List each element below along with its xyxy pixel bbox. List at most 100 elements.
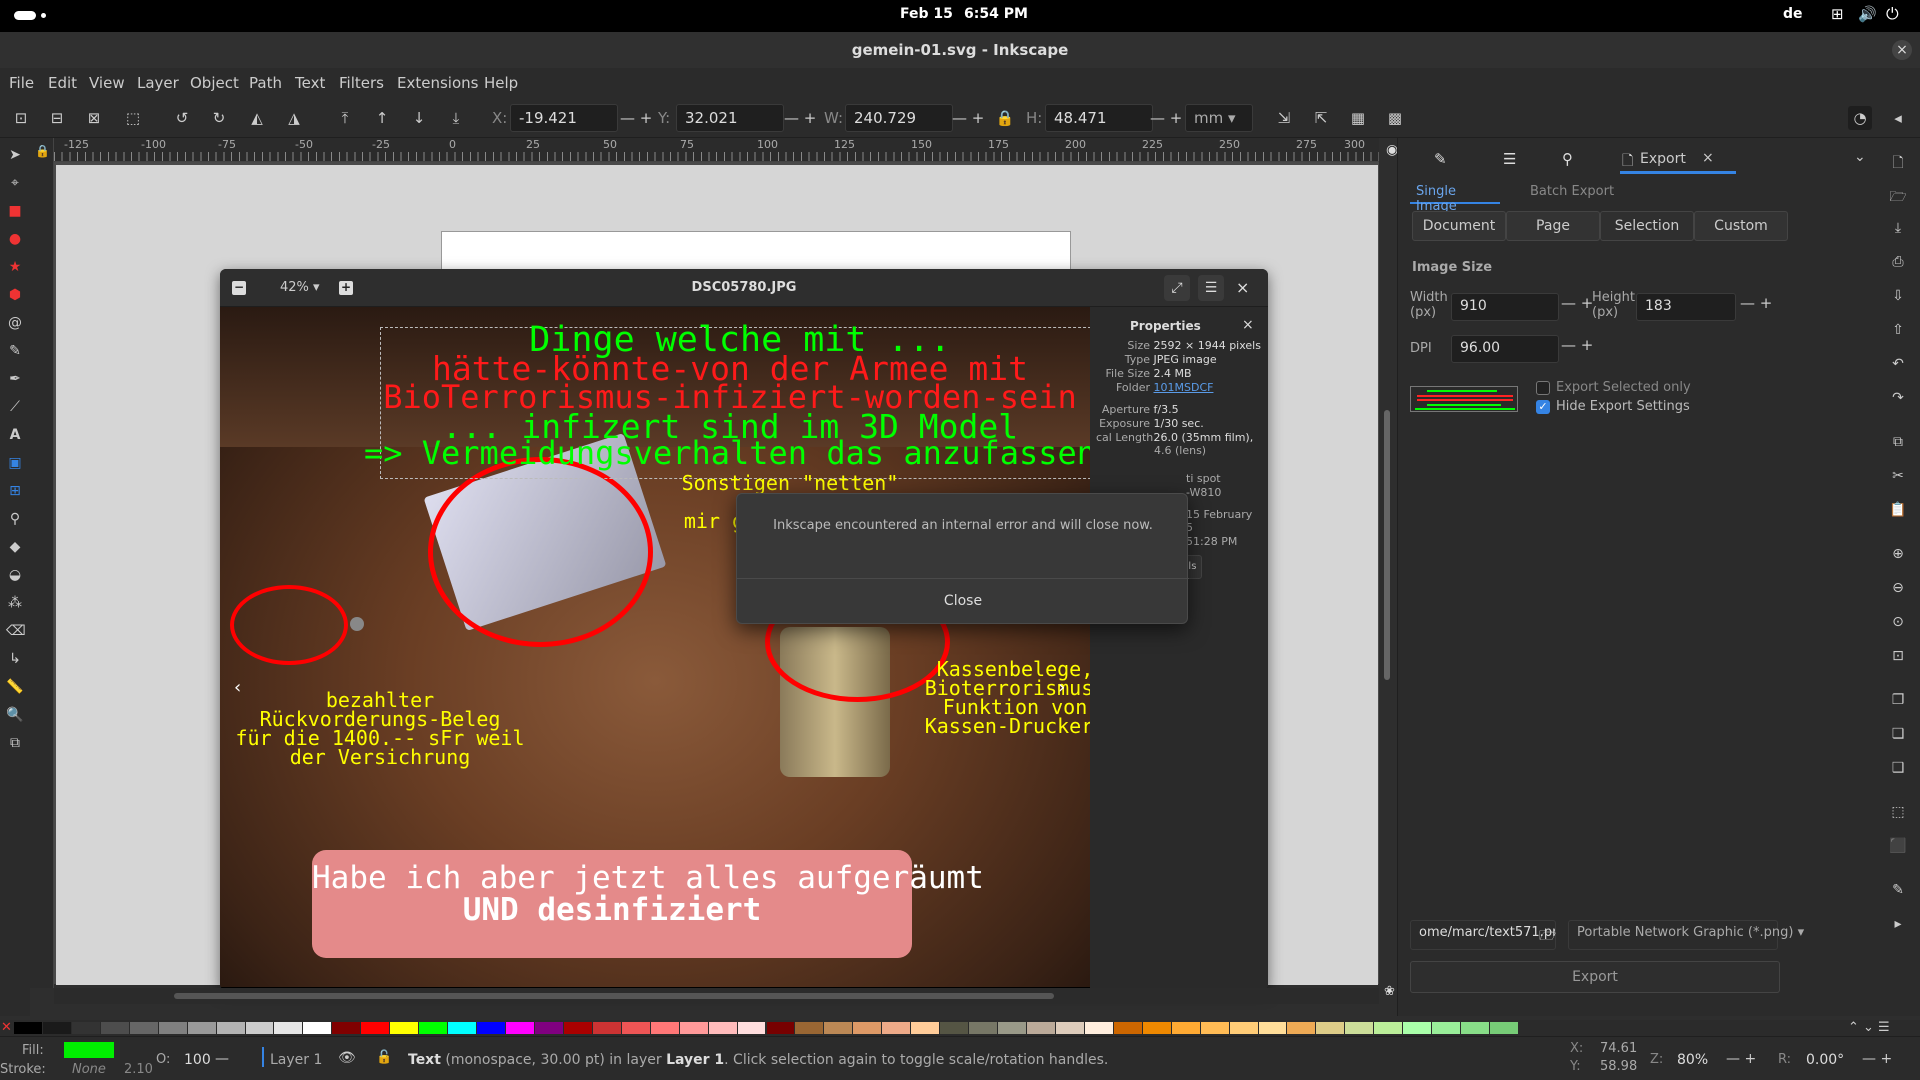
open-document-icon[interactable]: 🗁 xyxy=(1889,186,1907,205)
previous-image-icon[interactable]: ‹ xyxy=(234,677,241,698)
touch-select-icon[interactable]: ⬚ xyxy=(121,106,145,130)
paint-bucket-tool-icon[interactable]: ◆ xyxy=(6,538,24,556)
group-icon[interactable]: ⬚ xyxy=(1889,804,1907,822)
palette-swatch[interactable] xyxy=(1345,1022,1374,1034)
zoom-width-icon[interactable]: ⊡ xyxy=(1889,648,1907,666)
height-field[interactable]: 183 xyxy=(1636,293,1736,321)
lock-proportions-icon[interactable]: 🔒 xyxy=(993,106,1017,130)
palette-menu-icon[interactable]: ⌃ ⌄ ☰ xyxy=(1848,1020,1890,1035)
palette-swatch[interactable] xyxy=(708,1022,737,1034)
palette-swatch[interactable] xyxy=(1287,1022,1316,1034)
palette-swatch[interactable] xyxy=(100,1022,129,1034)
rotate-cw-icon[interactable]: ↻ xyxy=(207,106,231,130)
palette-swatch[interactable] xyxy=(1229,1022,1258,1034)
menu-file[interactable]: File xyxy=(9,74,34,92)
connector-tool-icon[interactable]: ↳ xyxy=(6,650,24,668)
palette-swatch[interactable] xyxy=(621,1022,650,1034)
dpi-stepper[interactable]: — + xyxy=(1561,336,1593,354)
duplicate-icon[interactable]: ❐ xyxy=(1889,692,1907,710)
area-selection-button[interactable]: Selection xyxy=(1600,211,1694,241)
transform-gradients-icon[interactable]: ▦ xyxy=(1346,106,1370,130)
transform-patterns-icon[interactable]: ▩ xyxy=(1383,106,1407,130)
menu-path[interactable]: Path xyxy=(249,74,282,92)
select-all-layers-icon[interactable]: ⊟ xyxy=(45,106,69,130)
stroke-width[interactable]: 2.10 xyxy=(124,1062,153,1077)
palette-swatch[interactable] xyxy=(1113,1022,1142,1034)
y-stepper[interactable]: — + xyxy=(784,109,816,127)
export-button[interactable]: Export xyxy=(1410,961,1780,993)
palette-swatch[interactable] xyxy=(187,1022,216,1034)
choose-file-icon[interactable]: 🗁 xyxy=(1539,925,1556,949)
xml-editor-icon[interactable]: ✎ xyxy=(1889,882,1907,900)
menu-text[interactable]: Text xyxy=(295,74,325,92)
palette-swatch[interactable] xyxy=(1142,1022,1171,1034)
zoom-drawing-icon[interactable]: ⊖ xyxy=(1889,580,1907,598)
clock-date[interactable]: Feb 15 xyxy=(900,6,953,22)
palette-swatch[interactable] xyxy=(1403,1022,1432,1034)
pages-tool-icon[interactable]: ⧉ xyxy=(6,734,24,752)
palette-swatch[interactable] xyxy=(245,1022,274,1034)
batch-export-tab[interactable]: Batch Export xyxy=(1530,184,1614,199)
current-layer[interactable]: Layer 1 xyxy=(270,1052,322,1068)
text-tool-icon[interactable]: A xyxy=(6,426,24,444)
pen-tool-icon[interactable]: ✒ xyxy=(6,370,24,388)
image-viewer-window[interactable]: − 42% ▾ + DSC05780.JPG ⤢ ☰ × Dinge welch… xyxy=(220,269,1268,990)
area-page-button[interactable]: Page xyxy=(1506,211,1600,241)
palette-swatch[interactable] xyxy=(911,1022,940,1034)
eraser-tool-icon[interactable]: ⌫ xyxy=(6,622,26,640)
close-button[interactable]: Close xyxy=(737,579,1189,624)
lower-icon[interactable]: ↓ xyxy=(407,106,431,130)
activities-indicator[interactable] xyxy=(14,11,36,20)
ellipse-tool-icon[interactable]: ● xyxy=(6,230,24,248)
right-note-text[interactable]: Kassenbelege, Bioterrorismus- Funktion v… xyxy=(910,659,1120,736)
next-image-icon[interactable]: › xyxy=(1058,677,1065,698)
palette-swatch[interactable] xyxy=(1200,1022,1229,1034)
no-paint-swatch-icon[interactable]: ✕ xyxy=(1,1020,12,1035)
snap-menu-icon[interactable]: ◂ xyxy=(1886,106,1910,130)
raise-icon[interactable]: ↑ xyxy=(370,106,394,130)
palette-swatch[interactable] xyxy=(158,1022,187,1034)
h-field[interactable]: 48.471 xyxy=(1045,104,1153,132)
palette-swatch[interactable] xyxy=(1171,1022,1200,1034)
clone-icon[interactable]: ❏ xyxy=(1889,726,1907,744)
palette-swatch[interactable] xyxy=(1258,1022,1287,1034)
yellow-text-a[interactable]: Sonstigen "netten" xyxy=(670,473,910,493)
palette-swatch[interactable] xyxy=(274,1022,303,1034)
palette-swatch[interactable] xyxy=(534,1022,563,1034)
measure-tool-icon[interactable]: 📏 xyxy=(6,678,24,696)
palette-swatch[interactable] xyxy=(1374,1022,1403,1034)
palette-swatch[interactable] xyxy=(679,1022,708,1034)
palette-swatch[interactable] xyxy=(940,1022,969,1034)
dropper-tool-icon[interactable]: ⚲ xyxy=(6,510,24,528)
h-stepper[interactable]: — + xyxy=(1150,109,1182,127)
network-icon[interactable]: ⊞ xyxy=(1831,5,1844,23)
zoom-selection-icon[interactable]: ⊕ xyxy=(1889,546,1907,564)
palette-swatch[interactable] xyxy=(1461,1022,1490,1034)
palette-swatch[interactable] xyxy=(650,1022,679,1034)
area-document-button[interactable]: Document xyxy=(1412,211,1506,241)
ungroup-icon[interactable]: ⬛ xyxy=(1889,838,1907,856)
opacity-value[interactable]: 100 xyxy=(184,1052,211,1068)
flip-vertical-icon[interactable]: ◮ xyxy=(282,106,306,130)
pencil-tool-icon[interactable]: ✎ xyxy=(6,342,24,360)
palette-swatch[interactable] xyxy=(824,1022,853,1034)
fullscreen-icon[interactable]: ⤢ xyxy=(1164,275,1190,301)
color-palette[interactable]: ✕ ⌃ ⌄ ☰ xyxy=(0,1020,1920,1036)
new-document-icon[interactable]: 🗋 xyxy=(1889,152,1907,171)
left-note-text[interactable]: bezahlter Rückvorderungs-Beleg für die 1… xyxy=(220,690,540,767)
fill-stroke-tab-icon[interactable]: ✎ xyxy=(1434,150,1447,168)
area-custom-button[interactable]: Custom xyxy=(1694,211,1788,241)
layer-lock-icon[interactable]: 🔓 xyxy=(376,1050,392,1065)
zoom-stepper[interactable]: — + xyxy=(1726,1051,1756,1067)
power-icon[interactable]: ⏻ xyxy=(1886,4,1899,24)
paste-icon[interactable]: 📋 xyxy=(1889,502,1907,520)
palette-swatch[interactable] xyxy=(71,1022,100,1034)
color-managed-toggle-icon[interactable]: ❀ xyxy=(1384,984,1395,999)
node-tool-icon[interactable]: ⌖ xyxy=(6,174,24,192)
star-tool-icon[interactable]: ★ xyxy=(6,258,24,276)
clock-time[interactable]: 6:54 PM xyxy=(964,6,1028,22)
overlay-text-line-5[interactable]: => Vermeidungsverhalten das anzufassen xyxy=(350,437,1110,469)
zoom-value[interactable]: 80% xyxy=(1677,1052,1708,1068)
export-format-select[interactable]: Portable Network Graphic (*.png) ▾ xyxy=(1568,920,1804,950)
hide-settings-checkbox[interactable]: ✓ xyxy=(1536,400,1550,414)
